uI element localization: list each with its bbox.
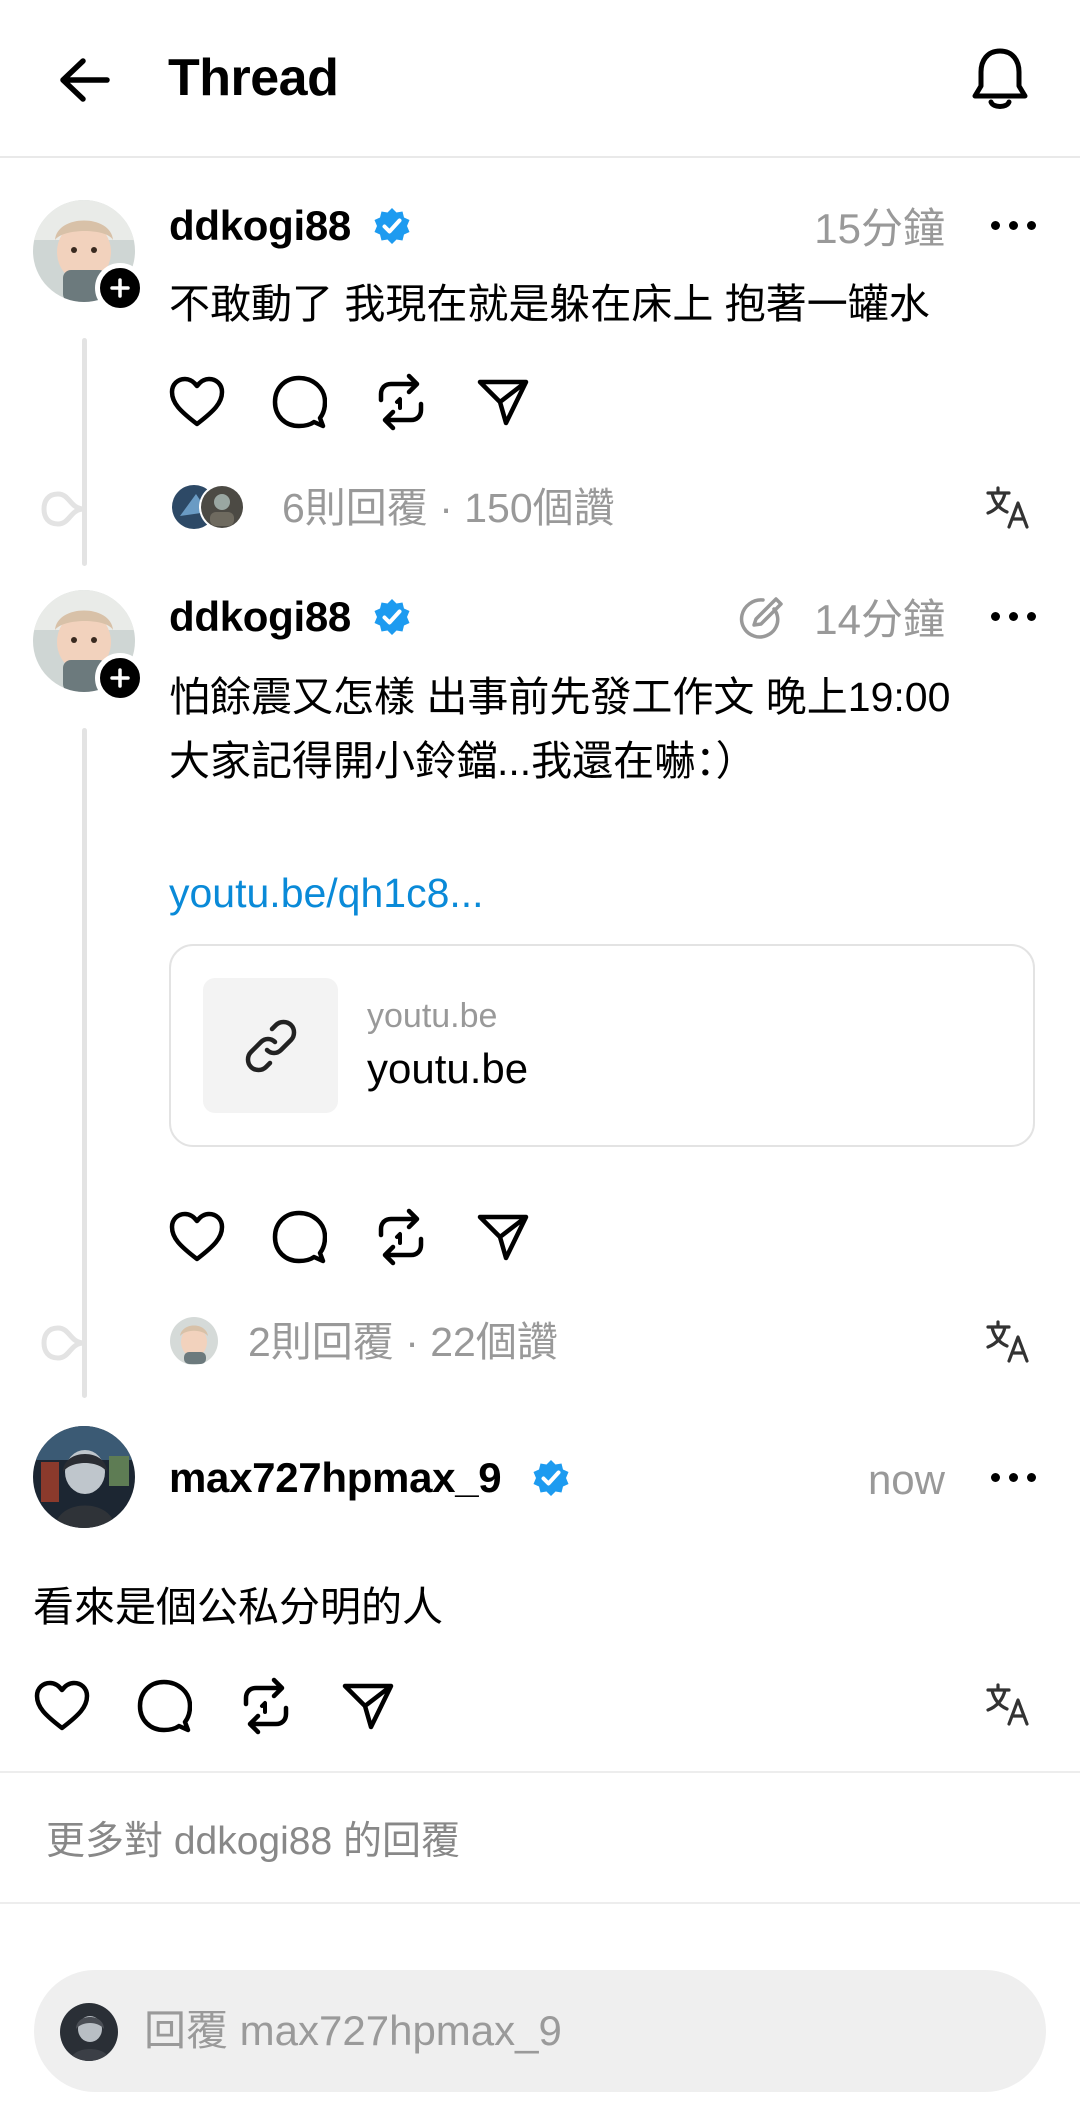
translate-button[interactable] [978,1676,1038,1732]
comment-button[interactable] [268,371,330,433]
reply-placeholder: 回覆 max727hpmax_9 [144,2007,562,2054]
bell-icon [972,48,1028,109]
more-options-button[interactable] [983,1452,1043,1502]
heart-icon [169,376,225,427]
thread-curl-icon [41,491,86,527]
reply-input[interactable]: 回覆 max727hpmax_9 [34,1970,1046,2092]
repost-icon [243,1677,289,1735]
arrow-left-icon [60,58,110,102]
verified-badge-icon [533,1460,569,1496]
comment-button[interactable] [268,1206,330,1268]
send-icon [477,379,529,426]
comment-button[interactable] [133,1675,195,1737]
translate-icon [986,486,1029,529]
username[interactable]: ddkogi88 [169,591,351,643]
share-button[interactable] [337,1675,399,1737]
thread-curl-icon [41,1325,86,1361]
follow-button[interactable] [95,653,145,703]
link-preview-card[interactable]: youtu.be youtu.be [169,944,1035,1147]
post-actions [166,370,534,434]
post-text-line: 大家記得開小鈴鐺...我還在嚇：） [169,738,757,784]
more-options-button[interactable] [983,200,1043,250]
post-stats[interactable]: 6則回覆 · 150個讚 [282,482,615,534]
repost-icon [378,373,424,431]
divider [0,1771,1080,1773]
send-icon [342,1683,394,1730]
plus-icon [110,668,130,688]
translate-icon [986,1320,1029,1363]
translate-icon [986,1683,1029,1726]
comment-icon [272,1210,327,1264]
username[interactable]: ddkogi88 [169,200,351,252]
page-title: Thread [168,49,339,107]
notifications-button[interactable] [965,42,1035,116]
replier-avatars [172,482,248,532]
post-actions [31,1674,399,1738]
own-avatar [60,2003,118,2061]
heart-icon [34,1680,90,1731]
post-text: 看來是個公私分明的人 [33,1584,443,1630]
like-button[interactable] [166,371,228,433]
post-link[interactable]: youtu.be/qh1c8... [169,865,484,921]
verified-badge-icon [374,208,410,244]
share-button[interactable] [472,1206,534,1268]
heart-icon [169,1211,225,1262]
divider [0,1902,1080,1904]
avatar-max727hpmax_9[interactable] [33,1426,135,1528]
link-domain: youtu.be [367,997,498,1035]
link-icon [245,1019,296,1072]
comment-icon [137,1679,192,1733]
comment-icon [272,375,327,429]
plus-icon [110,278,130,298]
timestamp: 15分鐘 [814,205,945,252]
timestamp: now [867,1456,945,1503]
repost-button[interactable] [235,1675,297,1737]
replier-avatars [168,1316,220,1366]
post-text-line: 怕餘震又怎樣 出事前先發工作文 晚上19:00 [169,674,951,720]
more-replies-link[interactable]: 更多對 ddkogi88 的回覆 [46,1816,460,1868]
verified-badge-icon [374,599,410,635]
translate-button[interactable] [978,479,1038,535]
link-title: youtu.be [367,1045,529,1092]
repost-button[interactable] [370,1206,432,1268]
more-options-button[interactable] [983,591,1043,641]
translate-button[interactable] [978,1313,1038,1369]
top-bar: Thread [0,0,1080,158]
repost-icon [378,1208,424,1266]
timestamp: 14分鐘 [814,596,945,643]
thread-line [82,728,87,1398]
share-button[interactable] [472,371,534,433]
send-icon [477,1214,529,1261]
post-stats[interactable]: 2則回覆 · 22個讚 [248,1316,558,1368]
link-thumbnail [203,978,338,1113]
back-button[interactable] [50,48,120,112]
repost-button[interactable] [370,371,432,433]
follow-button[interactable] [95,263,145,313]
username[interactable]: max727hpmax_9 [169,1452,502,1504]
post-text: 不敢動了 我現在就是躲在床上 抱著一罐水 [169,281,930,327]
like-button[interactable] [31,1675,93,1737]
post-actions [166,1205,534,1269]
like-button[interactable] [166,1206,228,1268]
